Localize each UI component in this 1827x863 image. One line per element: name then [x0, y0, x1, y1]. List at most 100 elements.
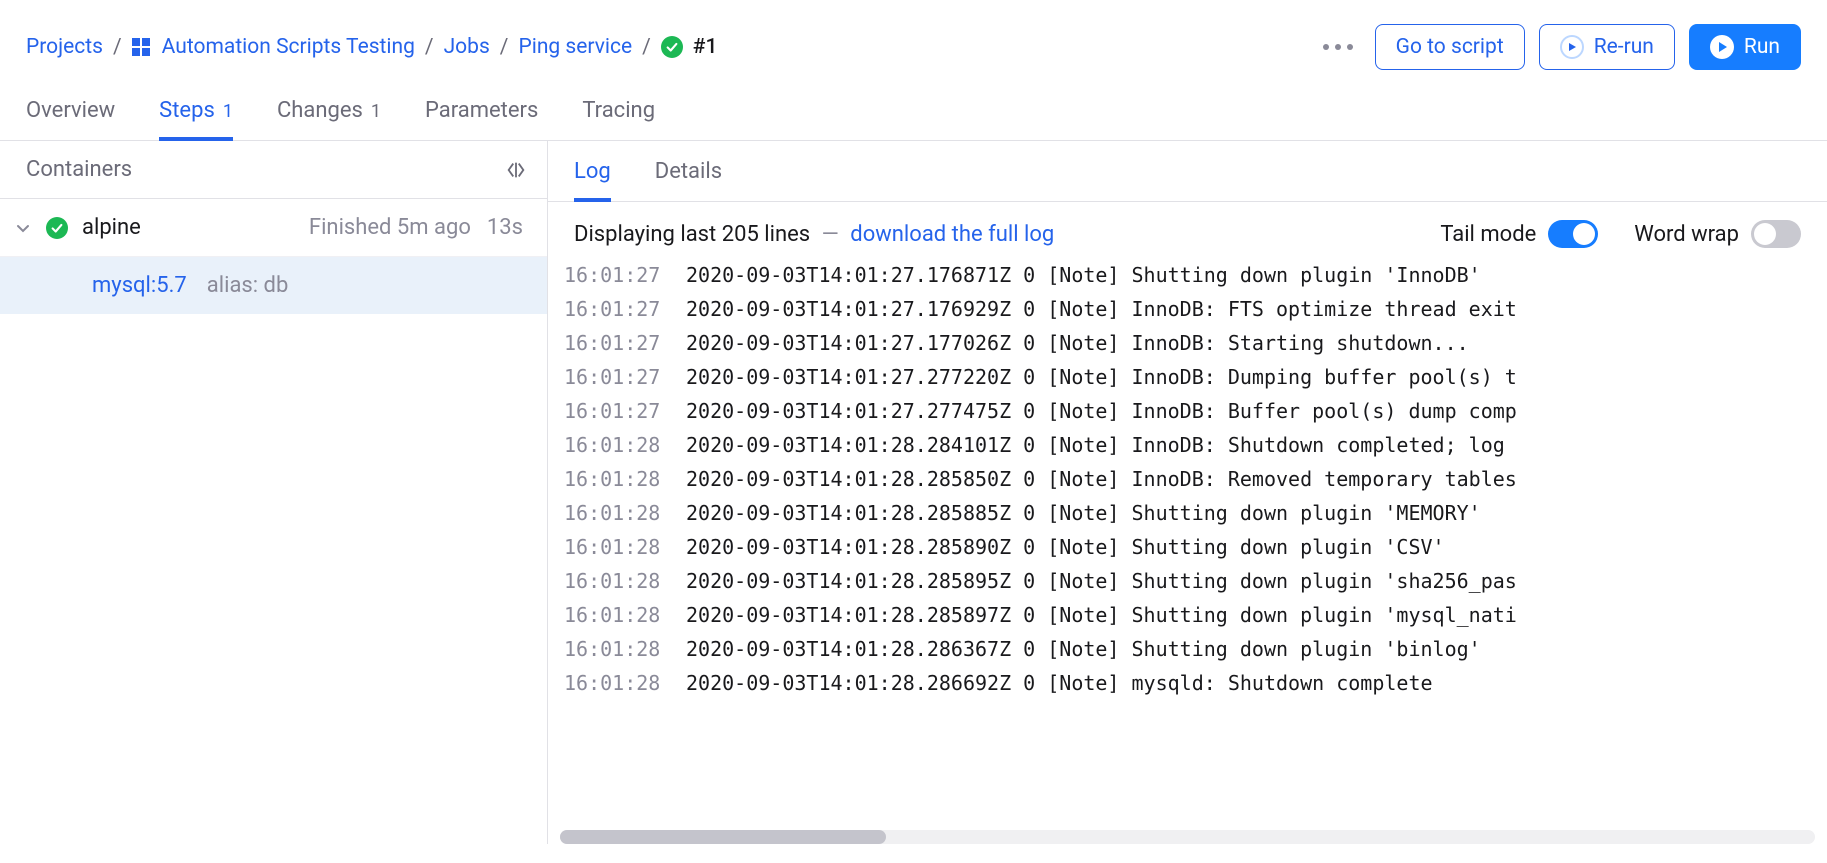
- detail-panel: Log Details Displaying last 205 lines — …: [548, 141, 1827, 844]
- log-info-suffix: lines: [764, 222, 810, 247]
- container-duration: 13s: [487, 215, 523, 240]
- main-tabs: Overview Steps 1 Changes 1 Parameters Tr…: [0, 88, 1827, 141]
- breadcrumb-jobs[interactable]: Jobs: [444, 35, 490, 59]
- log-timestamp: 16:01:27: [560, 394, 672, 428]
- tab-parameters[interactable]: Parameters: [425, 88, 538, 141]
- log-message: 2020-09-03T14:01:28.285895Z 0 [Note] Shu…: [672, 564, 1517, 598]
- tab-changes-count: 1: [371, 101, 381, 122]
- tab-tracing-label: Tracing: [582, 98, 655, 123]
- download-log-link[interactable]: download the full log: [850, 222, 1054, 247]
- run-status-success-icon: [661, 36, 683, 58]
- containers-panel: Containers alpine Finished 5m ago 13s my…: [0, 141, 548, 844]
- log-line: 16:01:282020-09-03T14:01:28.285895Z 0 [N…: [560, 564, 1827, 598]
- log-timestamp: 16:01:27: [560, 326, 672, 360]
- rerun-label: Re-run: [1594, 35, 1654, 59]
- word-wrap-toggle[interactable]: [1751, 220, 1801, 248]
- word-wrap-label: Word wrap: [1634, 222, 1739, 247]
- log-message: 2020-09-03T14:01:28.285890Z 0 [Note] Shu…: [672, 530, 1445, 564]
- containers-title: Containers: [26, 157, 132, 182]
- log-info: Displaying last 205 lines — download the…: [574, 222, 1054, 247]
- run-icon: [1710, 35, 1734, 59]
- container-meta: Finished 5m ago 13s: [309, 215, 523, 240]
- tab-log[interactable]: Log: [574, 155, 611, 202]
- main-split: Containers alpine Finished 5m ago 13s my…: [0, 141, 1827, 844]
- tab-tracing[interactable]: Tracing: [582, 88, 655, 141]
- log-line: 16:01:272020-09-03T14:01:27.176871Z 0 [N…: [560, 258, 1827, 292]
- breadcrumb-sep: /: [642, 35, 651, 59]
- go-to-script-button[interactable]: Go to script: [1375, 24, 1525, 70]
- run-button[interactable]: Run: [1689, 24, 1801, 70]
- rerun-button[interactable]: Re-run: [1539, 24, 1675, 70]
- collapse-panel-icon[interactable]: [505, 159, 527, 181]
- tab-changes-label: Changes: [277, 98, 363, 123]
- log-message: 2020-09-03T14:01:28.286692Z 0 [Note] mys…: [672, 666, 1433, 700]
- more-menu-button[interactable]: [1315, 36, 1361, 58]
- log-toolbar: Displaying last 205 lines — download the…: [548, 202, 1827, 258]
- tab-changes[interactable]: Changes 1: [277, 88, 381, 141]
- log-line: 16:01:272020-09-03T14:01:27.177026Z 0 [N…: [560, 326, 1827, 360]
- log-line: 16:01:272020-09-03T14:01:27.176929Z 0 [N…: [560, 292, 1827, 326]
- log-message: 2020-09-03T14:01:27.176871Z 0 [Note] Shu…: [672, 258, 1481, 292]
- log-timestamp: 16:01:28: [560, 496, 672, 530]
- breadcrumb-sep: /: [500, 35, 509, 59]
- log-message: 2020-09-03T14:01:27.177026Z 0 [Note] Inn…: [672, 326, 1469, 360]
- topbar: Projects / Automation Scripts Testing / …: [0, 0, 1827, 88]
- log-message: 2020-09-03T14:01:28.285897Z 0 [Note] Shu…: [672, 598, 1517, 632]
- action-bar: Go to script Re-run Run: [1315, 24, 1801, 70]
- breadcrumb-projects[interactable]: Projects: [26, 35, 103, 59]
- log-line: 16:01:272020-09-03T14:01:27.277475Z 0 [N…: [560, 394, 1827, 428]
- chevron-down-icon: [14, 221, 32, 235]
- log-line: 16:01:282020-09-03T14:01:28.286692Z 0 [N…: [560, 666, 1827, 700]
- tab-steps-label: Steps: [159, 98, 215, 123]
- log-message: 2020-09-03T14:01:28.286367Z 0 [Note] Shu…: [672, 632, 1481, 666]
- log-timestamp: 16:01:28: [560, 598, 672, 632]
- log-line: 16:01:272020-09-03T14:01:27.277220Z 0 [N…: [560, 360, 1827, 394]
- tab-steps-count: 1: [223, 101, 233, 122]
- tab-steps[interactable]: Steps 1: [159, 88, 233, 141]
- log-line: 16:01:282020-09-03T14:01:28.285850Z 0 [N…: [560, 462, 1827, 496]
- log-timestamp: 16:01:28: [560, 632, 672, 666]
- container-status-text: Finished 5m ago: [309, 215, 471, 240]
- container-service-alias: alias: db: [207, 273, 289, 298]
- go-to-script-label: Go to script: [1396, 35, 1504, 59]
- rerun-icon: [1560, 35, 1584, 59]
- log-timestamp: 16:01:27: [560, 292, 672, 326]
- log-view[interactable]: 16:01:272020-09-03T14:01:27.176871Z 0 [N…: [548, 258, 1827, 826]
- tab-details[interactable]: Details: [655, 155, 722, 202]
- log-line: 16:01:282020-09-03T14:01:28.285885Z 0 [N…: [560, 496, 1827, 530]
- log-message: 2020-09-03T14:01:27.277220Z 0 [Note] Inn…: [672, 360, 1517, 394]
- tail-mode-toggle[interactable]: [1548, 220, 1598, 248]
- log-timestamp: 16:01:28: [560, 462, 672, 496]
- container-name: alpine: [82, 215, 141, 240]
- log-message: 2020-09-03T14:01:28.285850Z 0 [Note] Inn…: [672, 462, 1517, 496]
- breadcrumb-project[interactable]: Automation Scripts Testing: [162, 35, 415, 59]
- tail-mode-label: Tail mode: [1440, 222, 1536, 247]
- log-timestamp: 16:01:28: [560, 530, 672, 564]
- container-row[interactable]: alpine Finished 5m ago 13s: [0, 199, 547, 257]
- containers-header: Containers: [0, 141, 547, 199]
- log-timestamp: 16:01:28: [560, 666, 672, 700]
- breadcrumb-job[interactable]: Ping service: [518, 35, 632, 59]
- log-message: 2020-09-03T14:01:28.284101Z 0 [Note] Inn…: [672, 428, 1517, 462]
- container-service-name: mysql:5.7: [92, 273, 187, 298]
- log-timestamp: 16:01:28: [560, 428, 672, 462]
- log-timestamp: 16:01:28: [560, 564, 672, 598]
- log-line: 16:01:282020-09-03T14:01:28.285890Z 0 [N…: [560, 530, 1827, 564]
- breadcrumb-sep: /: [425, 35, 434, 59]
- breadcrumb: Projects / Automation Scripts Testing / …: [26, 35, 717, 59]
- tab-parameters-label: Parameters: [425, 98, 538, 123]
- log-line: 16:01:282020-09-03T14:01:28.286367Z 0 [N…: [560, 632, 1827, 666]
- log-message: 2020-09-03T14:01:27.277475Z 0 [Note] Inn…: [672, 394, 1517, 428]
- log-timestamp: 16:01:27: [560, 258, 672, 292]
- log-message: 2020-09-03T14:01:27.176929Z 0 [Note] Inn…: [672, 292, 1517, 326]
- tab-overview[interactable]: Overview: [26, 88, 115, 141]
- horizontal-scrollbar[interactable]: [560, 830, 1815, 844]
- tab-overview-label: Overview: [26, 98, 115, 123]
- breadcrumb-sep: /: [113, 35, 122, 59]
- breadcrumb-run: #1: [693, 35, 718, 59]
- log-line: 16:01:282020-09-03T14:01:28.285897Z 0 [N…: [560, 598, 1827, 632]
- container-service-row[interactable]: mysql:5.7 alias: db: [0, 257, 547, 314]
- log-info-count: 205: [722, 222, 759, 247]
- log-message: 2020-09-03T14:01:28.285885Z 0 [Note] Shu…: [672, 496, 1481, 530]
- log-info-prefix: Displaying last: [574, 222, 716, 247]
